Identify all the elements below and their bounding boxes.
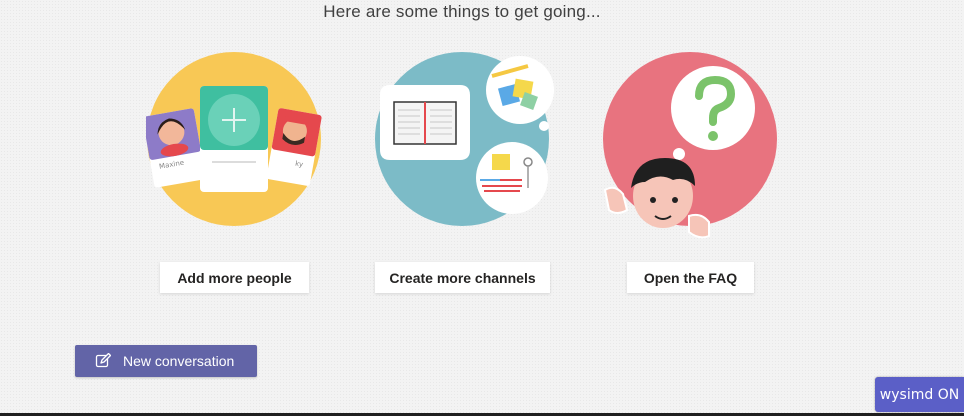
- new-conversation-button[interactable]: New conversation: [75, 345, 257, 377]
- wysimd-badge[interactable]: wysimd ON: [875, 377, 964, 412]
- compose-icon: [95, 353, 111, 369]
- add-more-people-button[interactable]: Add more people: [160, 262, 309, 293]
- add-people-illustration: Maxine ky: [146, 52, 322, 226]
- page-heading: Here are some things to get going...: [323, 2, 601, 21]
- faq-illustration: [603, 52, 777, 239]
- card-right-name: ky: [295, 160, 304, 169]
- create-channels-illustration: [375, 52, 554, 226]
- create-more-channels-button[interactable]: Create more channels: [375, 262, 550, 293]
- new-conversation-label: New conversation: [123, 353, 235, 369]
- welcome-page: Here are some things to get going... Max…: [0, 0, 964, 416]
- open-faq-button[interactable]: Open the FAQ: [627, 262, 754, 293]
